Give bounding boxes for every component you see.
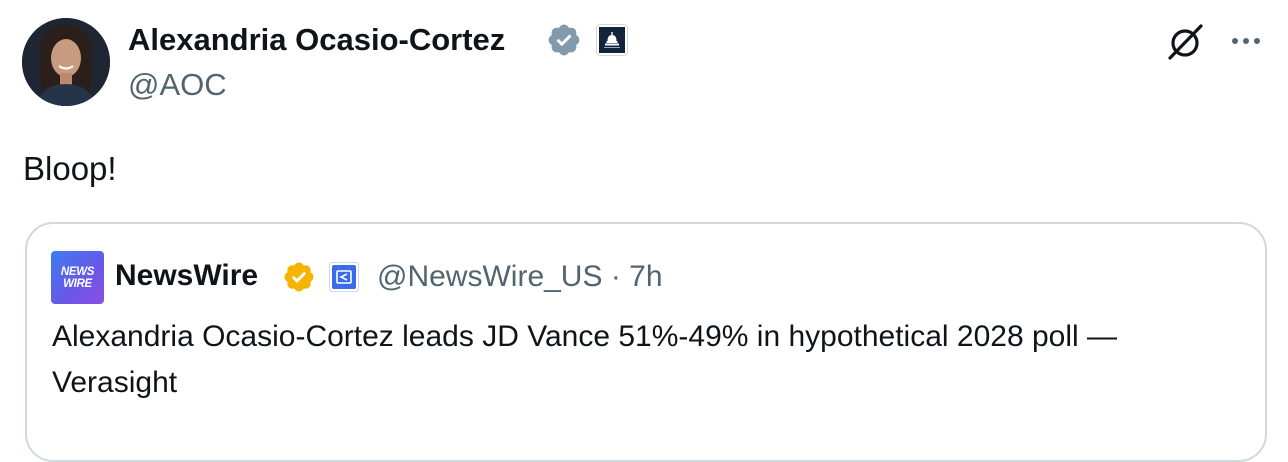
verified-badge-icon[interactable] [546,22,582,58]
profile-photo [22,18,110,106]
quoted-tweet-text: Alexandria Ocasio-Cortez leads JD Vance … [52,320,1118,399]
quoted-avatar[interactable]: NEWS WIRE [51,251,104,304]
quoted-display-name[interactable]: NewsWire [115,257,258,295]
quoted-timestamp[interactable]: 7h [629,260,662,293]
quoted-handle[interactable]: @NewsWire_US [377,260,602,293]
quoted-avatar-line2: WIRE [63,277,92,290]
meta-separator: · [610,260,621,293]
more-horizontal-icon[interactable] [1226,26,1266,56]
author-display-name[interactable]: Alexandria Ocasio-Cortez [128,20,505,60]
quoted-avatar-line1: NEWS [60,265,95,278]
grok-icon[interactable] [1165,21,1207,63]
avatar[interactable] [22,18,110,106]
capitol-dome-icon[interactable] [596,24,628,56]
newswire-affiliate-icon[interactable] [329,262,359,292]
quoted-meta: @NewsWire_US · 7h [377,258,663,296]
author-handle[interactable]: @AOC [128,66,227,104]
gold-verified-badge-icon[interactable] [282,260,316,294]
quoted-tweet-card[interactable]: NEWS WIRE NewsWire @NewsWire_US · 7h Ale… [25,222,1267,462]
tweet-text: Bloop! [23,150,117,187]
